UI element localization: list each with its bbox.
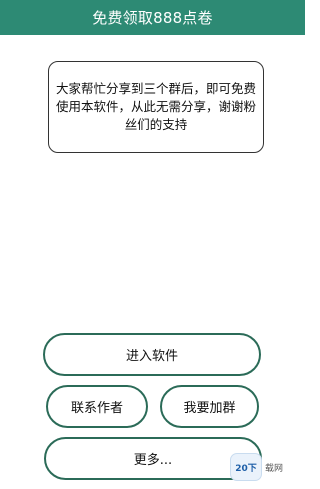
title-bar: 免费领取888点卷 — [0, 0, 305, 35]
watermark-logo: 20下 载网 — [230, 452, 302, 482]
watermark-text: 载网 — [265, 463, 284, 474]
watermark-badge: 20下 — [230, 453, 262, 481]
enter-software-button[interactable]: 进入软件 — [43, 333, 261, 376]
contact-author-button[interactable]: 联系作者 — [46, 385, 148, 428]
more-label: 更多... — [133, 453, 173, 468]
enter-software-label: 进入软件 — [125, 349, 178, 364]
contact-author-label: 联系作者 — [70, 401, 123, 416]
join-group-label: 我要加群 — [183, 401, 236, 416]
notice-card: 大家帮忙分享到三个群后，即可免费使用本软件，从此无需分享，谢谢粉丝们的支持 — [48, 61, 264, 153]
join-group-button[interactable]: 我要加群 — [160, 385, 259, 428]
notice-text: 大家帮忙分享到三个群后，即可免费使用本软件，从此无需分享，谢谢粉丝们的支持 — [55, 81, 256, 132]
page-title: 免费领取888点卷 — [92, 9, 213, 27]
